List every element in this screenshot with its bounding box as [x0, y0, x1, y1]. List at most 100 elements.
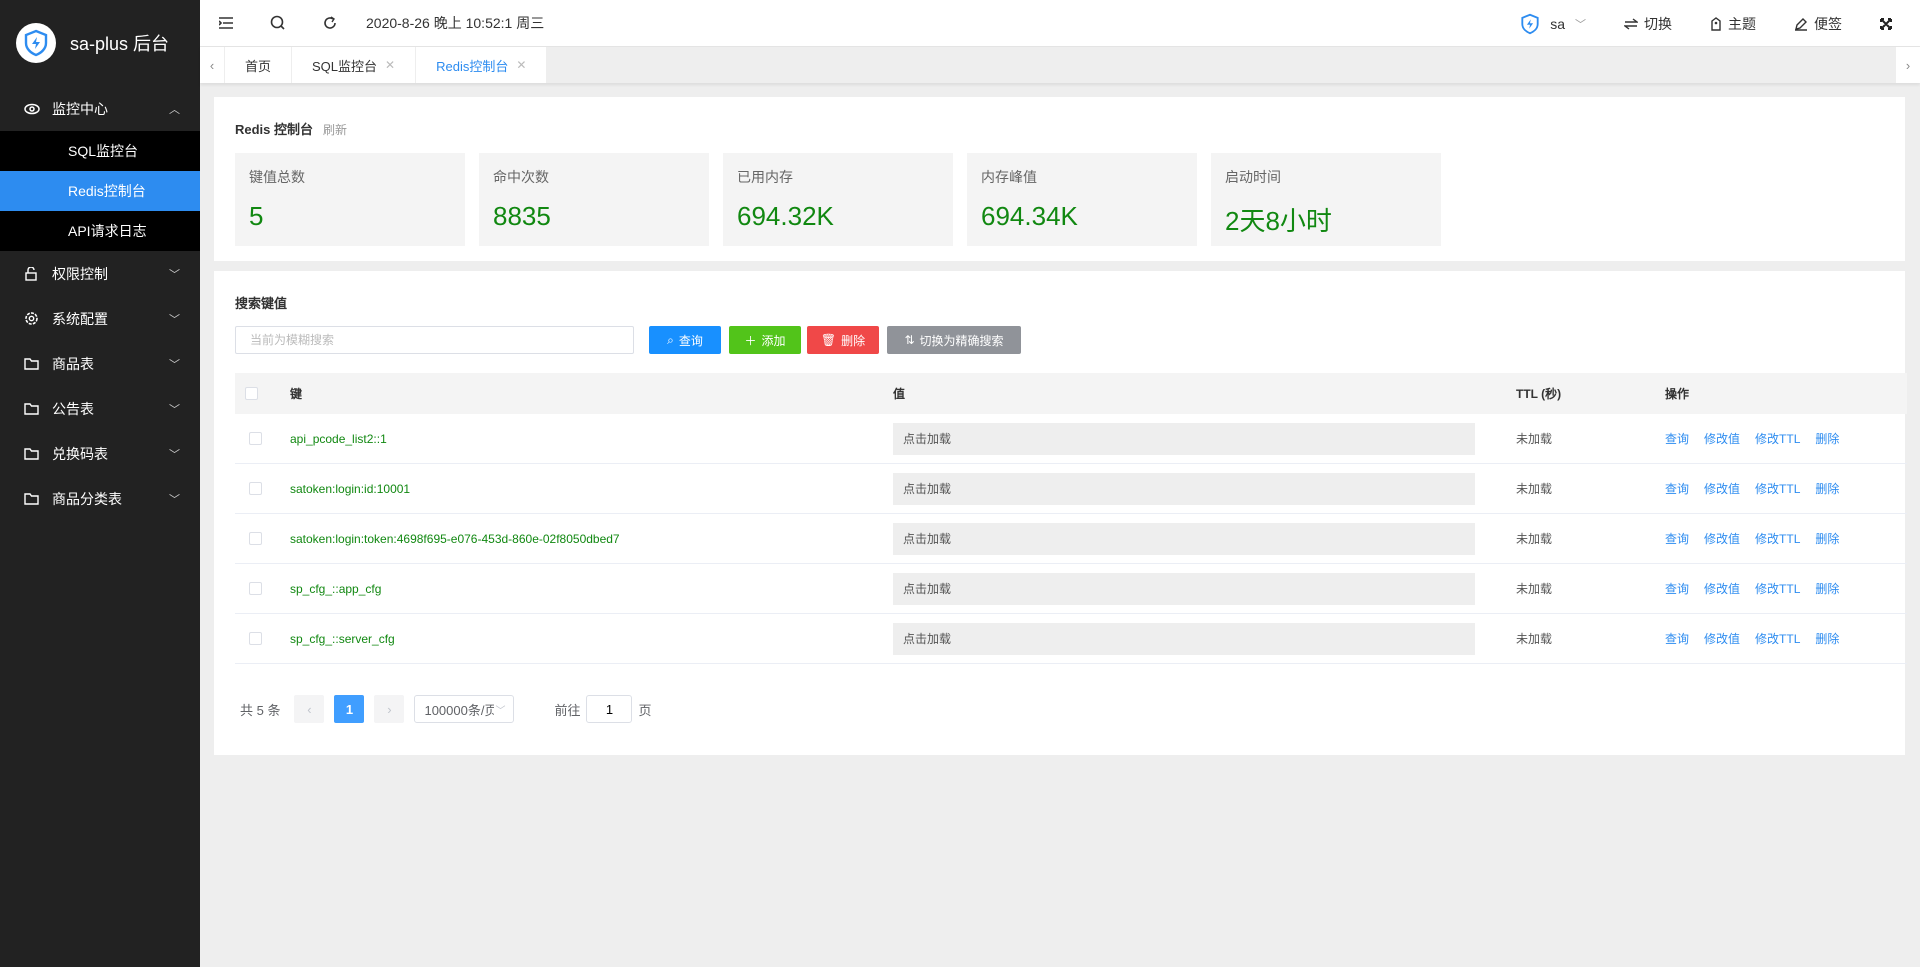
row-checkbox[interactable] [249, 432, 262, 445]
row-op-2[interactable]: 修改TTL [1755, 480, 1800, 497]
row-checkbox[interactable] [249, 632, 262, 645]
sidebar-group-1[interactable]: 权限控制 ﹀ [0, 251, 200, 296]
page-size-value: 100000条/页 [424, 702, 495, 718]
stat-card: 已用内存 694.32K [723, 153, 953, 246]
row-op-3[interactable]: 删除 [1815, 480, 1839, 497]
row-value-load[interactable]: 点击加载 [893, 622, 1475, 655]
add-button[interactable]: ＋ 添加 [729, 326, 801, 354]
refresh-link[interactable]: 刷新 [323, 123, 347, 137]
refresh-icon[interactable] [304, 15, 356, 31]
prev-page-button[interactable]: ‹ [294, 695, 325, 723]
row-op-2[interactable]: 修改TTL [1755, 530, 1800, 547]
user-menu[interactable]: sa ﹀ [1520, 13, 1586, 35]
goto-suffix: 页 [638, 702, 652, 718]
theme-button[interactable]: 主题 [1710, 14, 1756, 34]
sidebar-item-0[interactable]: SQL监控台 [0, 131, 200, 171]
row-value-load[interactable]: 点击加载 [893, 472, 1475, 505]
search-input[interactable] [235, 326, 634, 354]
row-op-1[interactable]: 修改值 [1704, 430, 1740, 447]
sidebar-group-label: 系统配置 [52, 310, 108, 327]
toggle-search-mode-button[interactable]: ⇅ 切换为精确搜索 [887, 326, 1021, 354]
fullscreen-icon[interactable] [1880, 17, 1898, 30]
tab-label: 首页 [245, 58, 272, 74]
page-size-select[interactable]: 100000条/页 ﹀ [414, 695, 515, 723]
row-op-0[interactable]: 查询 [1665, 630, 1689, 647]
stat-value: 2天8小时 [1225, 206, 1332, 236]
tab-label: Redis控制台 [436, 58, 509, 74]
row-op-0[interactable]: 查询 [1665, 580, 1689, 597]
username: sa [1550, 15, 1565, 32]
tab-1[interactable]: SQL监控台 ✕ [292, 47, 417, 83]
sidebar-group-6[interactable]: 商品分类表 ﹀ [0, 476, 200, 521]
row-op-1[interactable]: 修改值 [1704, 530, 1740, 547]
stat-label: 键值总数 [249, 169, 305, 185]
row-op-1[interactable]: 修改值 [1704, 580, 1740, 597]
close-icon[interactable]: ✕ [516, 58, 526, 72]
table-row: api_pcode_list2::1 点击加载 未加载 查询 修改值 修改TTL 删除 [235, 414, 1907, 464]
stat-value: 694.32K [737, 201, 834, 231]
stat-card: 启动时间 2天8小时 [1211, 153, 1441, 246]
tab-bar: ‹ 首页 SQL监控台 ✕ Redis控制台 ✕ › [200, 47, 1920, 83]
row-op-1[interactable]: 修改值 [1704, 480, 1740, 497]
search-icon[interactable] [252, 15, 304, 31]
logo: sa-plus 后台 [0, 0, 200, 86]
sidebar-group-label: 权限控制 [52, 265, 108, 282]
row-op-3[interactable]: 删除 [1815, 430, 1839, 447]
row-op-3[interactable]: 删除 [1815, 580, 1839, 597]
row-op-2[interactable]: 修改TTL [1755, 580, 1800, 597]
row-op-3[interactable]: 删除 [1815, 530, 1839, 547]
add-label: 添加 [761, 333, 786, 348]
chevron-down-icon: ﹀ [1575, 18, 1586, 31]
stat-label: 内存峰值 [981, 169, 1037, 185]
delete-label: 删除 [841, 333, 866, 348]
row-op-3[interactable]: 删除 [1815, 630, 1839, 647]
next-page-button[interactable]: › [374, 695, 405, 723]
row-checkbox[interactable] [249, 532, 262, 545]
row-value-load[interactable]: 点击加载 [893, 422, 1475, 455]
header-value: 值 [893, 387, 906, 401]
switch-label: 切换 [1644, 15, 1672, 32]
row-op-2[interactable]: 修改TTL [1755, 630, 1800, 647]
sidebar-group-0[interactable]: 监控中心 ︿ [0, 86, 200, 131]
row-value-load[interactable]: 点击加载 [893, 522, 1475, 555]
folder-icon [24, 447, 42, 460]
switch-button[interactable]: 切换 [1624, 14, 1672, 34]
sidebar-group-4[interactable]: 公告表 ﹀ [0, 386, 200, 431]
sidebar-group-5[interactable]: 兑换码表 ﹀ [0, 431, 200, 476]
app-title: sa-plus 后台 [70, 34, 170, 54]
row-op-0[interactable]: 查询 [1665, 480, 1689, 497]
overview-title: Redis 控制台 [235, 122, 314, 137]
select-all-checkbox[interactable] [245, 387, 258, 400]
sidebar-item-2[interactable]: API请求日志 [0, 211, 200, 251]
sidebar-group-2[interactable]: 系统配置 ﹀ [0, 296, 200, 341]
tab-scroll-left-icon[interactable]: ‹ [200, 47, 224, 83]
row-value-load[interactable]: 点击加载 [893, 572, 1475, 605]
sidebar-item-1[interactable]: Redis控制台 [0, 171, 200, 211]
row-key: api_pcode_list2::1 [290, 431, 387, 446]
row-op-2[interactable]: 修改TTL [1755, 430, 1800, 447]
tab-scroll-right-icon[interactable]: › [1896, 47, 1920, 83]
goto-page-input[interactable] [586, 695, 633, 723]
menu-toggle-icon[interactable] [200, 17, 252, 29]
row-op-0[interactable]: 查询 [1665, 530, 1689, 547]
page-1-button[interactable]: 1 [334, 695, 365, 723]
row-checkbox[interactable] [249, 482, 262, 495]
notes-button[interactable]: 便签 [1794, 14, 1842, 34]
row-checkbox[interactable] [249, 582, 262, 595]
plus-icon: ＋ [744, 333, 757, 348]
row-op-1[interactable]: 修改值 [1704, 630, 1740, 647]
row-key: sp_cfg_::app_cfg [290, 581, 382, 596]
query-label: 查询 [678, 333, 703, 348]
chevron-down-icon: ﹀ [169, 493, 180, 506]
search-icon: ⌕ [667, 332, 674, 347]
delete-button[interactable]: 🗑︎ 删除 [807, 326, 879, 354]
close-icon[interactable]: ✕ [385, 58, 395, 72]
row-op-0[interactable]: 查询 [1665, 430, 1689, 447]
tab-2[interactable]: Redis控制台 ✕ [416, 47, 548, 83]
query-button[interactable]: ⌕ 查询 [649, 326, 721, 354]
pagination: 共 5 条 ‹ 1 › 100000条/页﹀ 前往 页 [240, 695, 652, 723]
shield-icon [1521, 13, 1539, 34]
sidebar-group-3[interactable]: 商品表 ﹀ [0, 341, 200, 386]
tab-0[interactable]: 首页 [225, 47, 293, 83]
sidebar-group-label: 商品分类表 [52, 490, 122, 507]
